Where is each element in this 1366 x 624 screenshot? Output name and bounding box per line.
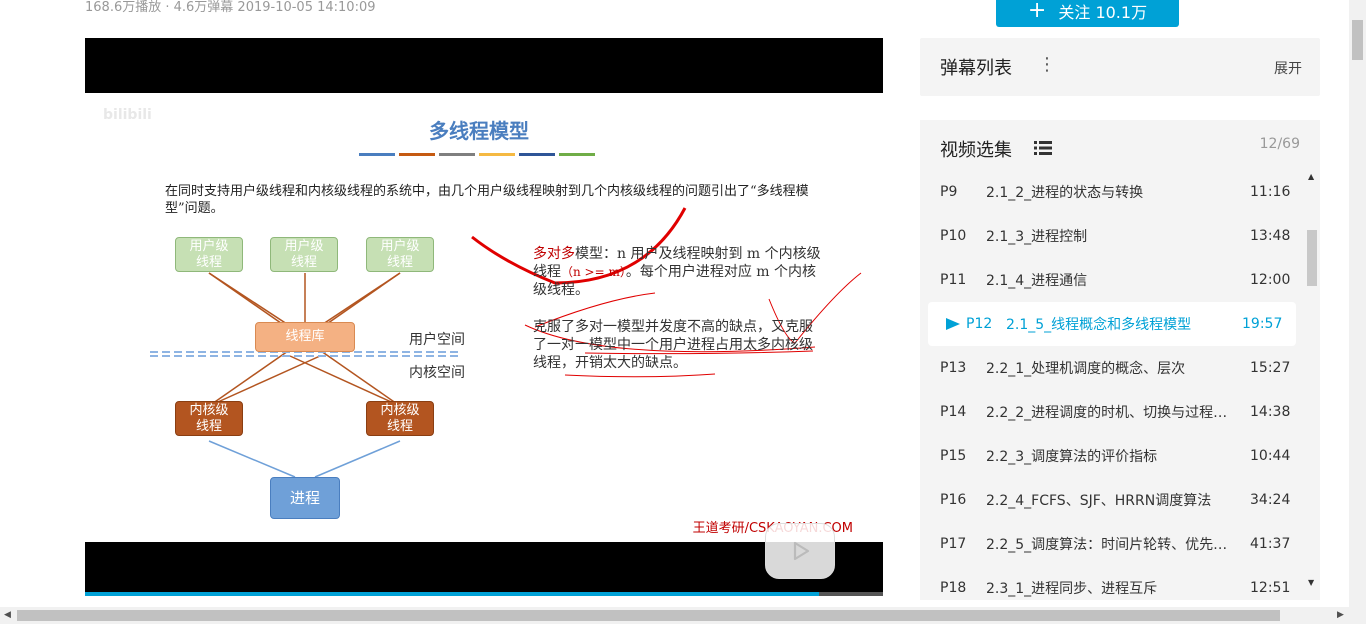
page-vscroll-thumb[interactable]	[1352, 20, 1363, 60]
playlist-item-duration: 10:44	[1250, 448, 1291, 464]
playlist-item[interactable]: P13 2.2_1_处理机调度的概念、层次 15:27	[920, 346, 1304, 390]
play-button[interactable]	[765, 523, 835, 579]
kernel-space-label: 内核空间	[409, 365, 465, 381]
model-condition: （n >= m）	[561, 265, 626, 279]
playlist-item-title: 2.1_3_进程控制	[986, 229, 1088, 245]
list-icon[interactable]	[1034, 140, 1052, 156]
playlist-item[interactable]: P18 2.3_1_进程同步、进程互斥 12:51	[920, 566, 1304, 610]
play-icon	[793, 541, 810, 561]
playlist-item-index: P11	[940, 272, 967, 288]
kernel-thread-1: 内核级 线程	[175, 401, 243, 436]
slide-frame: bilibili 多线程模型 在同时支持用户级线程和内核级线程的系统中，由几个用…	[85, 93, 883, 579]
playlist-item-duration: 12:51	[1250, 580, 1291, 596]
playlist-panel: 视频选集 12/69 P9 2.1_2_进程的状态与转换 11:16 P10 2.1_3…	[920, 120, 1320, 600]
playlist-item-duration: 11:16	[1250, 184, 1291, 200]
playlist-item-duration: 13:48	[1250, 228, 1291, 244]
kernel-thread-2: 内核级 线程	[366, 401, 434, 436]
playlist-item-duration: 12:00	[1250, 272, 1291, 288]
thread-library: 线程库	[255, 322, 355, 352]
scroll-right-arrow-icon[interactable]: ▶	[1337, 610, 1344, 620]
scroll-down-arrow-icon[interactable]: ▼	[1308, 578, 1314, 587]
playlist-item[interactable]: P12 2.1_5_线程概念和多线程模型 19:57	[928, 302, 1296, 346]
page-vertical-scrollbar[interactable]	[1349, 0, 1366, 607]
playlist-item-index: P14	[940, 404, 967, 420]
playlist-item-index: P15	[940, 448, 967, 464]
video-stats: 168.6万播放 · 4.6万弹幕 2019-10-05 14:10:09	[85, 0, 376, 15]
danmaku-expand-button[interactable]: 展开	[1274, 58, 1302, 78]
playlist-item-title: 2.1_5_线程概念和多线程模型	[1006, 317, 1192, 333]
playlist-scroll-thumb[interactable]	[1307, 230, 1317, 286]
plus-icon: +	[1027, 0, 1047, 23]
playlist-item-duration: 41:37	[1250, 536, 1291, 552]
follow-button[interactable]: + 关注 10.1万	[996, 0, 1179, 27]
playlist-item[interactable]: P11 2.1_4_进程通信 12:00	[920, 258, 1304, 302]
playlist-scrollbar[interactable]: ▲ ▼	[1306, 172, 1318, 596]
playlist-item-index: P12	[966, 316, 993, 332]
page-hscroll-thumb[interactable]	[17, 610, 1280, 621]
danmaku-panel: 弹幕列表 ⋮ 展开	[920, 38, 1320, 96]
playlist-item-title: 2.2_4_FCFS、SJF、HRRN调度算法	[986, 493, 1212, 509]
playlist-item-index: P9	[940, 184, 958, 200]
playlist-item-title: 2.2_2_进程调度的时机、切换与过程…	[986, 405, 1228, 421]
model-name: 多对多	[533, 246, 575, 262]
user-thread-2: 用户级 线程	[270, 237, 338, 272]
playlist-item-title: 2.2_5_调度算法：时间片轮转、优先…	[986, 537, 1228, 553]
playlist-item-duration: 34:24	[1250, 492, 1291, 508]
playlist-item[interactable]: P14 2.2_2_进程调度的时机、切换与过程… 14:38	[920, 390, 1304, 434]
playlist-item[interactable]: P15 2.2_3_调度算法的评价指标 10:44	[920, 434, 1304, 478]
playlist-item-duration: 14:38	[1250, 404, 1291, 420]
playlist-item[interactable]: P17 2.2_5_调度算法：时间片轮转、优先… 41:37	[920, 522, 1304, 566]
playlist-item-index: P18	[940, 580, 967, 596]
playlist-item-title: 2.1_4_进程通信	[986, 273, 1088, 289]
playlist-item[interactable]: P10 2.1_3_进程控制 13:48	[920, 214, 1304, 258]
progress-fill	[85, 592, 820, 596]
follow-label: 关注 10.1万	[1058, 2, 1148, 22]
playlist-item[interactable]: P9 2.1_2_进程的状态与转换 11:16	[920, 170, 1304, 214]
danmaku-title: 弹幕列表	[940, 58, 1012, 79]
playlist-count: 12/69	[1259, 136, 1300, 152]
page-horizontal-scrollbar[interactable]: ◀ ▶	[0, 607, 1366, 624]
progress-bar[interactable]	[85, 592, 883, 596]
playlist-item-index: P17	[940, 536, 967, 552]
playlist-item-title: 2.3_1_进程同步、进程互斥	[986, 581, 1158, 597]
user-thread-3: 用户级 线程	[366, 237, 434, 272]
playlist-item-index: P13	[940, 360, 967, 376]
playlist-items: P9 2.1_2_进程的状态与转换 11:16 P10 2.1_3_进程控制 13:48 P…	[920, 170, 1304, 610]
playlist-item-index: P16	[940, 492, 967, 508]
playlist-item-title: 2.2_3_调度算法的评价指标	[986, 449, 1158, 465]
playlist-item[interactable]: P16 2.2_4_FCFS、SJF、HRRN调度算法 34:24	[920, 478, 1304, 522]
playlist-item-duration: 19:57	[1242, 316, 1283, 332]
model-advantage: 克服了多对一模型并发度不高的缺点，又克服了一对一模型中一个用户进程占用太多内核级…	[533, 319, 813, 371]
model-description: 多对多模型：n 用户及线程映射到 m 个内核级线程（n >= m）。每个用户进程…	[533, 245, 823, 299]
scroll-left-arrow-icon[interactable]: ◀	[4, 610, 11, 620]
process-box: 进程	[270, 477, 340, 519]
user-thread-1: 用户级 线程	[175, 237, 243, 272]
video-player[interactable]: bilibili 多线程模型 在同时支持用户级线程和内核级线程的系统中，由几个用…	[85, 38, 883, 596]
playlist-item-title: 2.1_2_进程的状态与转换	[986, 185, 1144, 201]
playlist-title: 视频选集	[940, 140, 1012, 161]
playlist-item-duration: 15:27	[1250, 360, 1291, 376]
user-space-label: 用户空间	[409, 332, 465, 348]
playlist-item-title: 2.2_1_处理机调度的概念、层次	[986, 361, 1186, 377]
now-playing-icon	[946, 318, 960, 330]
more-options-icon[interactable]: ⋮	[1038, 54, 1056, 75]
playlist-item-index: P10	[940, 228, 967, 244]
scroll-up-arrow-icon[interactable]: ▲	[1308, 172, 1314, 181]
